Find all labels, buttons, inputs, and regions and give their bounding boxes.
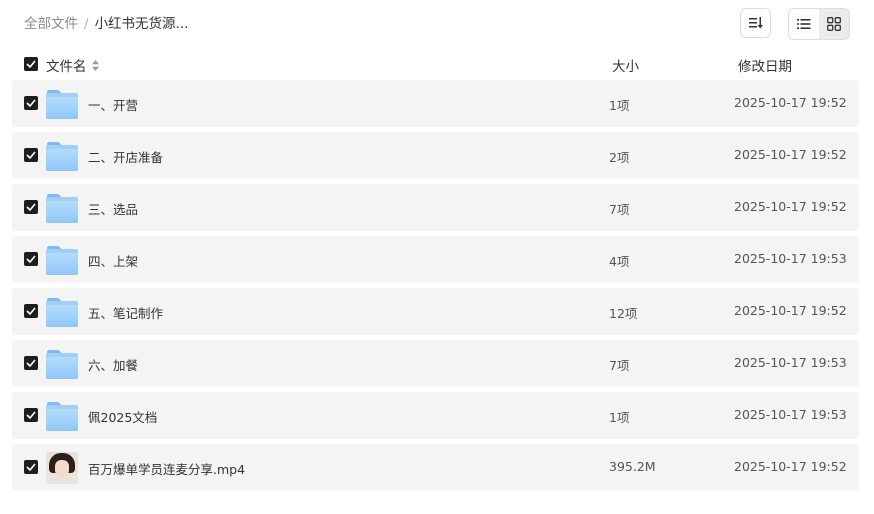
file-date: 2025-10-17 19:52 bbox=[734, 199, 847, 214]
sort-icon bbox=[748, 17, 763, 29]
breadcrumb-current: 小红书无货源... bbox=[94, 16, 189, 32]
row-checkbox[interactable] bbox=[24, 408, 38, 422]
check-icon bbox=[26, 60, 36, 68]
file-date: 2025-10-17 19:52 bbox=[734, 459, 847, 474]
top-bar: 全部文件 / 小红书无货源... bbox=[0, 0, 874, 48]
check-icon bbox=[26, 151, 36, 159]
file-name[interactable]: 三、选品 bbox=[88, 199, 138, 218]
file-name[interactable]: 百万爆单学员连麦分享.mp4 bbox=[88, 459, 245, 478]
check-icon bbox=[26, 203, 36, 211]
file-name[interactable]: 一、开营 bbox=[88, 95, 138, 114]
row-checkbox[interactable] bbox=[24, 356, 38, 370]
folder-icon bbox=[46, 140, 78, 172]
check-icon bbox=[26, 411, 36, 419]
table-row[interactable]: 三、选品 7项 2025-10-17 19:52 bbox=[12, 184, 859, 231]
file-list: 一、开营 1项 2025-10-17 19:52 二、开店准备 2项 2025-… bbox=[12, 80, 859, 496]
folder-icon bbox=[46, 192, 78, 224]
file-list-header: 文件名 大小 修改日期 bbox=[0, 52, 874, 76]
table-row[interactable]: 六、加餐 7项 2025-10-17 19:53 bbox=[12, 340, 859, 387]
folder-icon bbox=[46, 88, 78, 120]
file-name[interactable]: 四、上架 bbox=[88, 251, 138, 270]
video-thumbnail-icon bbox=[46, 452, 78, 484]
folder-icon bbox=[46, 244, 78, 276]
grid-view-button[interactable] bbox=[819, 9, 849, 39]
list-view-icon bbox=[797, 19, 811, 29]
table-row[interactable]: 五、笔记制作 12项 2025-10-17 19:52 bbox=[12, 288, 859, 335]
breadcrumb: 全部文件 / 小红书无货源... bbox=[24, 14, 188, 34]
file-date: 2025-10-17 19:53 bbox=[734, 355, 847, 370]
select-all-checkbox[interactable] bbox=[24, 57, 38, 71]
check-icon bbox=[26, 255, 36, 263]
name-column-label: 文件名 bbox=[46, 59, 87, 75]
file-date: 2025-10-17 19:52 bbox=[734, 147, 847, 162]
sort-button[interactable] bbox=[740, 8, 771, 38]
file-size: 2项 bbox=[609, 150, 630, 165]
folder-icon bbox=[46, 296, 78, 328]
file-size: 395.2M bbox=[609, 459, 656, 474]
table-row[interactable]: 百万爆单学员连麦分享.mp4 395.2M 2025-10-17 19:52 bbox=[12, 444, 859, 491]
check-icon bbox=[26, 359, 36, 367]
file-size: 4项 bbox=[609, 254, 630, 269]
row-checkbox[interactable] bbox=[24, 200, 38, 214]
file-date: 2025-10-17 19:52 bbox=[734, 95, 847, 110]
breadcrumb-root-link[interactable]: 全部文件 bbox=[24, 16, 78, 32]
table-row[interactable]: 四、上架 4项 2025-10-17 19:53 bbox=[12, 236, 859, 283]
table-row[interactable]: 佩2025文档 1项 2025-10-17 19:53 bbox=[12, 392, 859, 439]
date-column-header[interactable]: 修改日期 bbox=[738, 55, 792, 75]
table-row[interactable]: 二、开店准备 2项 2025-10-17 19:52 bbox=[12, 132, 859, 179]
file-size: 12项 bbox=[609, 306, 638, 321]
list-view-button[interactable] bbox=[789, 9, 819, 39]
file-size: 7项 bbox=[609, 358, 630, 373]
file-size: 1项 bbox=[609, 410, 630, 425]
file-size: 7项 bbox=[609, 202, 630, 217]
file-size: 1项 bbox=[609, 98, 630, 113]
file-date: 2025-10-17 19:52 bbox=[734, 303, 847, 318]
table-row[interactable]: 一、开营 1项 2025-10-17 19:52 bbox=[12, 80, 859, 127]
file-name[interactable]: 五、笔记制作 bbox=[88, 303, 163, 322]
check-icon bbox=[26, 307, 36, 315]
file-name[interactable]: 佩2025文档 bbox=[88, 407, 157, 426]
row-checkbox[interactable] bbox=[24, 304, 38, 318]
row-checkbox[interactable] bbox=[24, 252, 38, 266]
file-name[interactable]: 二、开店准备 bbox=[88, 147, 163, 166]
size-column-header[interactable]: 大小 bbox=[612, 55, 639, 75]
file-name[interactable]: 六、加餐 bbox=[88, 355, 138, 374]
name-column-header[interactable]: 文件名 bbox=[46, 55, 99, 75]
file-date: 2025-10-17 19:53 bbox=[734, 251, 847, 266]
grid-view-icon bbox=[827, 17, 841, 31]
check-icon bbox=[26, 463, 36, 471]
folder-icon bbox=[46, 400, 78, 432]
view-toggle bbox=[788, 8, 850, 40]
row-checkbox[interactable] bbox=[24, 96, 38, 110]
check-icon bbox=[26, 99, 36, 107]
file-date: 2025-10-17 19:53 bbox=[734, 407, 847, 422]
folder-icon bbox=[46, 348, 78, 380]
row-checkbox[interactable] bbox=[24, 460, 38, 474]
sort-toggle-icon bbox=[91, 59, 99, 71]
breadcrumb-separator: / bbox=[84, 16, 89, 32]
row-checkbox[interactable] bbox=[24, 148, 38, 162]
